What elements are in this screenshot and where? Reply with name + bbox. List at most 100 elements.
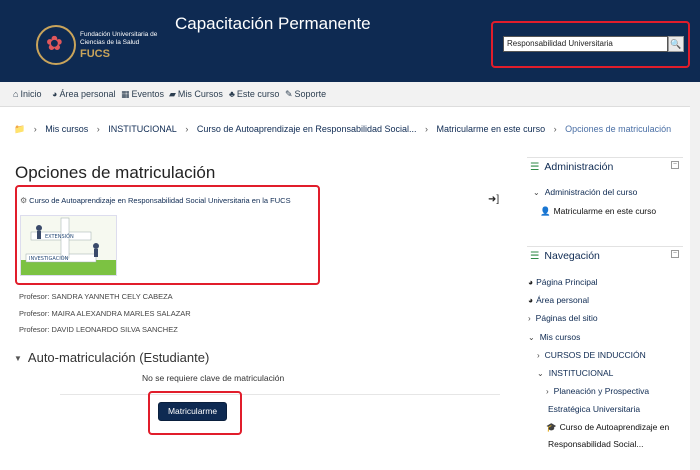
sidebar-label: Administración del curso xyxy=(544,187,638,197)
site-title[interactable]: Capacitación Permanente xyxy=(175,14,371,34)
collapse-icon[interactable]: – xyxy=(671,250,679,258)
nav-label: Inicio xyxy=(20,89,42,99)
sidebar-item-my-courses[interactable]: ⌄ Mis cursos xyxy=(528,332,580,342)
page-title: Opciones de matriculación xyxy=(15,163,216,182)
menu-icon: ☰ xyxy=(530,250,540,262)
breadcrumb-separator: › xyxy=(553,124,557,134)
chevron-down-icon: ⌄ xyxy=(537,369,544,378)
breadcrumb-separator: › xyxy=(33,124,37,134)
enrol-button[interactable]: Matricularme xyxy=(158,402,227,421)
dashboard-icon: ◕ xyxy=(528,295,534,305)
admin-title-text: Administración xyxy=(544,161,614,173)
nav-item-eventos[interactable]: ▦ Eventos xyxy=(121,82,164,107)
sidebar-item-home[interactable]: ◕ Página Principal xyxy=(528,277,598,287)
nav-item-inicio[interactable]: ⌂ Inicio xyxy=(13,82,41,107)
nav-item-mis-cursos[interactable]: ▰ Mis Cursos xyxy=(169,82,223,107)
course-name-link[interactable]: ⚙ Curso de Autoaprendizaje en Responsabil… xyxy=(20,196,291,205)
teacher-item: Profesor: MAIRA ALEXANDRA MARLES SALAZAR xyxy=(19,308,191,318)
breadcrumb-current: Opciones de matriculación xyxy=(565,124,672,134)
nav-label: Área personal xyxy=(59,89,116,99)
chevron-down-icon: ⌄ xyxy=(528,333,535,342)
menu-icon: ☰ xyxy=(530,161,540,173)
admin-block-header: ☰ Administración – xyxy=(527,158,683,178)
home-icon: ⌂ xyxy=(13,89,19,99)
chevron-down-icon: ⌄ xyxy=(533,188,540,197)
search-input[interactable]: Responsabilidad Universitaria xyxy=(503,36,668,52)
search-button[interactable]: 🔍 xyxy=(668,36,684,52)
dashboard-icon: ◕ xyxy=(52,89,58,99)
flower-icon: ✿ xyxy=(46,33,63,55)
sidebar-item-current-course[interactable]: 🎓 Curso de Autoaprendizaje en xyxy=(546,422,669,433)
chevron-right-icon: › xyxy=(546,387,549,396)
admin-block-title: ☰ Administración xyxy=(530,161,613,173)
sidebar-item-admin-course[interactable]: ⌄ Administración del curso xyxy=(533,187,637,197)
logo-text: Fundación Universitaria de Ciencias de l… xyxy=(80,31,158,46)
user-icon: 👤 xyxy=(540,206,551,216)
crossword-illustration: EXTENSIÓN INVESTIGACIÓN xyxy=(21,216,116,275)
breadcrumb: 📁 › Mis cursos › INSTITUCIONAL › Curso d… xyxy=(14,124,671,136)
course-name: Curso de Autoaprendizaje en Responsabili… xyxy=(29,196,291,205)
scrollbar[interactable] xyxy=(690,82,700,470)
navigation-block-title: ☰ Navegación xyxy=(530,250,600,262)
sign-in-icon[interactable]: ➜] xyxy=(488,194,499,205)
nav-label: Eventos xyxy=(131,89,165,99)
chevron-right-icon: › xyxy=(537,351,540,360)
calendar-icon: ▦ xyxy=(121,89,130,99)
briefcase-icon: ▰ xyxy=(169,89,176,99)
sidebar-label: Mis cursos xyxy=(539,332,581,342)
site-header: ✿ Fundación Universitaria de Ciencias de… xyxy=(0,0,700,82)
logo-acronym: FUCS xyxy=(80,48,110,60)
nav-item-soporte[interactable]: ✎ Soporte xyxy=(285,82,326,107)
self-enrol-heading[interactable]: ▼ Auto-matriculación (Estudiante) xyxy=(14,350,209,365)
dashboard-icon: ◕ xyxy=(528,277,534,287)
sidebar-label: INSTITUCIONAL xyxy=(548,368,614,378)
nav-label: Este curso xyxy=(236,89,280,99)
sidebar-item-area-personal[interactable]: ◕ Área personal xyxy=(528,295,589,305)
sidebar-item-induccion[interactable]: › CURSOS DE INDUCCIÓN xyxy=(537,350,646,360)
self-enrol-title: Auto-matriculación (Estudiante) xyxy=(27,350,210,365)
breadcrumb-enrol[interactable]: Matricularme en este curso xyxy=(437,124,546,134)
breadcrumb-separator: › xyxy=(96,124,100,134)
fucs-logo[interactable]: ✿ Fundación Universitaria de Ciencias de… xyxy=(36,25,157,67)
nav-label: Mis Cursos xyxy=(177,89,223,99)
sidebar-item-site-pages[interactable]: › Páginas del sitio xyxy=(528,313,598,323)
breadcrumb-separator: › xyxy=(185,124,189,134)
sidebar-label: Área personal xyxy=(536,295,590,305)
main-navbar: ⌂ Inicio ◕ Área personal ▦ Eventos ▰ Mis Cur… xyxy=(0,82,690,107)
breadcrumb-mis-cursos[interactable]: Mis cursos xyxy=(45,124,88,134)
collapse-icon[interactable]: – xyxy=(671,161,679,169)
navigation-title-text: Navegación xyxy=(544,250,600,262)
nav-item-area-personal[interactable]: ◕ Área personal xyxy=(52,82,115,107)
caret-down-icon: ▼ xyxy=(14,354,22,364)
sidebar-item-planeacion[interactable]: › Planeación y Prospectiva xyxy=(546,386,649,396)
image-word-2: INVESTIGACIÓN xyxy=(29,255,69,262)
course-icon: ⚙ xyxy=(20,196,28,205)
chevron-right-icon: › xyxy=(528,314,531,323)
no-key-message: No se requiere clave de matriculación xyxy=(142,373,285,383)
search-icon: 🔍 xyxy=(670,39,682,49)
graduation-cap-icon: 🎓 xyxy=(546,422,557,432)
folder-icon[interactable]: 📁 xyxy=(14,124,25,135)
teacher-item: Profesor: DAVID LEONARDO SILVA SANCHEZ xyxy=(19,325,178,334)
breadcrumb-course[interactable]: Curso de Autoaprendizaje en Responsabili… xyxy=(197,124,417,134)
sidebar-item-current-course-2[interactable]: Responsabilidad Social... xyxy=(548,439,643,449)
sidebar-label: Curso de Autoaprendizaje en xyxy=(559,422,670,432)
navigation-block-header: ☰ Navegación – xyxy=(527,247,683,267)
sitemap-icon: ♣ xyxy=(229,89,235,99)
divider xyxy=(60,394,500,395)
sidebar-label: Página Principal xyxy=(536,277,598,287)
sidebar-item-planeacion-2[interactable]: Estratégica Universitaria xyxy=(548,404,640,414)
teacher-item: Profesor: SANDRA YANNETH CELY CABEZA xyxy=(19,292,173,301)
sidebar-label: Planeación y Prospectiva xyxy=(553,386,650,396)
sidebar-item-enrol-me[interactable]: 👤 Matricularme en este curso xyxy=(540,206,656,217)
course-image[interactable]: EXTENSIÓN INVESTIGACIÓN xyxy=(20,215,117,276)
teacher-list: Profesor: SANDRA YANNETH CELY CABEZA Pro… xyxy=(19,291,191,341)
sidebar-item-institucional[interactable]: ⌄ INSTITUCIONAL xyxy=(537,368,613,378)
nav-label: Soporte xyxy=(294,89,327,99)
sidebar-label: Matricularme en este curso xyxy=(553,206,657,216)
sidebar-label: Páginas del sitio xyxy=(535,313,598,323)
image-word-1: EXTENSIÓN xyxy=(45,233,74,240)
breadcrumb-separator: › xyxy=(425,124,429,134)
breadcrumb-institucional[interactable]: INSTITUCIONAL xyxy=(108,124,177,134)
nav-item-este-curso[interactable]: ♣ Este curso xyxy=(229,82,279,107)
